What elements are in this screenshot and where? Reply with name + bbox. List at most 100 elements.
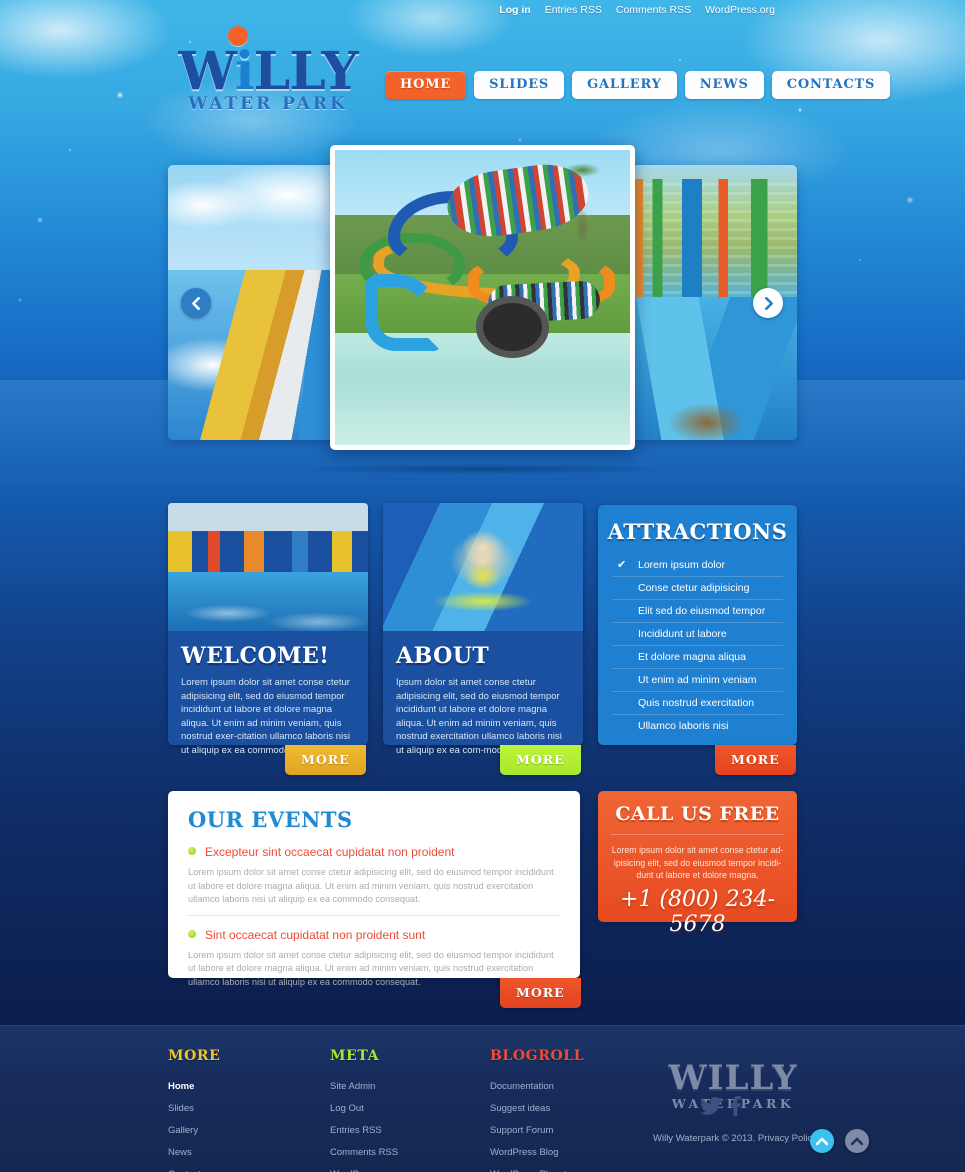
event-heading: Sint occaecat cupidatat non proident sun… — [188, 926, 560, 944]
footer-link-entries-rss[interactable]: Entries RSS — [330, 1125, 382, 1136]
events-more-button[interactable]: MORE — [500, 978, 581, 1008]
footer-link-list: Site Admin Log Out Entries RSS Comments … — [330, 1076, 470, 1172]
footer-link-site-admin[interactable]: Site Admin — [330, 1081, 375, 1092]
carousel-slide-center[interactable] — [330, 145, 635, 450]
attractions-item-1[interactable]: Conse ctetur adipisicing — [612, 576, 783, 599]
topbar-link-comments-rss[interactable]: Comments RSS — [616, 4, 691, 16]
topbar-link-login[interactable]: Log in — [499, 4, 531, 16]
list-item: Comments RSS — [330, 1142, 470, 1160]
footer-link-documentation[interactable]: Documentation — [490, 1081, 554, 1092]
list-item: Suggest ideas — [490, 1098, 640, 1116]
facebook-icon[interactable] — [730, 1096, 741, 1116]
list-item: WordPress.org — [330, 1164, 470, 1172]
nav-item-slides[interactable]: SLIDES — [474, 71, 565, 99]
scroll-up-button[interactable] — [845, 1129, 869, 1153]
footer-link-comments-rss[interactable]: Comments RSS — [330, 1147, 398, 1158]
call-us-text: Lorem ipsum dolor sit amet conse ctetur … — [611, 845, 784, 880]
event-heading: Excepteur sint occaecat cupidatat non pr… — [188, 843, 560, 861]
footer-link-slides[interactable]: Slides — [168, 1103, 194, 1114]
attractions-more-button[interactable]: MORE — [715, 745, 796, 775]
chevron-left-icon — [191, 296, 200, 310]
list-item: News — [168, 1142, 308, 1160]
list-item: Documentation — [490, 1076, 640, 1094]
carousel-prev-button[interactable] — [181, 288, 211, 318]
attractions-item-label: Quis nostrud exercitation — [638, 697, 755, 709]
nav-item-news[interactable]: NEWS — [684, 71, 764, 99]
attractions-item-2[interactable]: Elit sed do eiusmod tempor — [612, 599, 783, 622]
main-navigation: HOME SLIDES GALLERY NEWS CONTACTS — [385, 71, 891, 99]
chevron-up-icon — [816, 1137, 828, 1145]
attractions-item-6[interactable]: Quis nostrud exercitation — [612, 691, 783, 714]
slide-palm-tree — [559, 155, 607, 274]
nav-item-home[interactable]: HOME — [385, 71, 467, 99]
event-item: Excepteur sint occaecat cupidatat non pr… — [188, 843, 560, 915]
list-item: Support Forum — [490, 1120, 640, 1138]
carousel-shadow — [210, 462, 755, 476]
list-item: Entries RSS — [330, 1120, 470, 1138]
nav-item-gallery[interactable]: GALLERY — [572, 71, 677, 99]
footer-link-list: Home Slides Gallery News Contacts — [168, 1076, 308, 1172]
welcome-title: WELCOME! — [181, 643, 330, 669]
footer-link-suggest-ideas[interactable]: Suggest ideas — [490, 1103, 550, 1114]
logo-letter-i: i — [234, 41, 255, 102]
list-item: Gallery — [168, 1120, 308, 1138]
footer-logo-wordmark: WILLY — [668, 1058, 798, 1098]
logo-letter-w: W — [178, 41, 235, 102]
footer-copyright: Willy Waterpark © 2013. Privacy Policy — [653, 1133, 817, 1144]
about-image — [383, 503, 583, 631]
attractions-item-3[interactable]: Incididunt ut labore — [612, 622, 783, 645]
welcome-card: WELCOME! Lorem ipsum dolor sit amet cons… — [168, 503, 368, 756]
about-card: ABOUT Ipsum dolor sit amet conse ctetur … — [383, 503, 583, 756]
footer-link-support-forum[interactable]: Support Forum — [490, 1125, 553, 1136]
social-links — [700, 1096, 741, 1116]
attractions-item-label: Ut enim ad minim veniam — [638, 674, 757, 686]
list-item: Log Out — [330, 1098, 470, 1116]
nav-item-contacts[interactable]: CONTACTS — [771, 71, 891, 99]
list-item: WordPress Planet — [490, 1164, 640, 1172]
bullet-icon — [188, 847, 196, 855]
attractions-item-5[interactable]: Ut enim ad minim veniam — [612, 668, 783, 691]
girl-slide-photo — [383, 503, 583, 631]
attractions-item-label: Ullamco laboris nisi — [638, 720, 729, 732]
hero-carousel — [0, 140, 965, 476]
topbar-link-wordpress[interactable]: WordPress.org — [705, 4, 775, 16]
attractions-item-7[interactable]: Ullamco laboris nisi — [612, 714, 783, 737]
call-us-phone[interactable]: +1 (800) 234-5678 — [611, 887, 784, 937]
footer-link-log-out[interactable]: Log Out — [330, 1103, 364, 1114]
attractions-item-0[interactable]: ✔ Lorem ipsum dolor — [612, 554, 783, 576]
scroll-to-top-button[interactable] — [810, 1129, 834, 1153]
castle-photo — [168, 503, 368, 631]
logo-letters-ll: LL — [253, 41, 323, 102]
privacy-policy-link[interactable]: Privacy Policy — [758, 1133, 817, 1144]
list-item: WordPress Blog — [490, 1142, 640, 1160]
list-item: Home — [168, 1076, 308, 1094]
welcome-more-button[interactable]: MORE — [285, 745, 366, 775]
event-title-link[interactable]: Excepteur sint occaecat cupidatat non pr… — [205, 845, 455, 859]
events-title: OUR EVENTS — [188, 807, 353, 832]
event-title-link[interactable]: Sint occaecat cupidatat non proident sun… — [205, 928, 425, 942]
topbar-link-entries-rss[interactable]: Entries RSS — [545, 4, 602, 16]
footer-link-list: Documentation Suggest ideas Support Foru… — [490, 1076, 640, 1172]
footer-column-title: MORE — [168, 1048, 221, 1064]
footer-link-home[interactable]: Home — [168, 1081, 194, 1092]
logo-letter-y: Y — [321, 41, 358, 102]
twitter-icon[interactable] — [700, 1097, 722, 1115]
footer-link-news[interactable]: News — [168, 1147, 192, 1158]
call-us-title: CALL US FREE — [611, 803, 784, 835]
list-item: Site Admin — [330, 1076, 470, 1094]
footer-link-gallery[interactable]: Gallery — [168, 1125, 198, 1136]
attractions-item-label: Conse ctetur adipisicing — [638, 582, 750, 594]
attractions-card: ATTRACTIONS ✔ Lorem ipsum dolor Conse ct… — [598, 505, 797, 745]
about-title: ABOUT — [396, 643, 490, 669]
slide-image-slides — [335, 150, 630, 445]
attractions-item-4[interactable]: Et dolore magna aliqua — [612, 645, 783, 668]
event-description: Lorem ipsum dolor sit amet conse ctetur … — [188, 867, 554, 904]
carousel-next-button[interactable] — [753, 288, 783, 318]
welcome-image — [168, 503, 368, 631]
slide-tube-exit — [482, 303, 542, 351]
about-more-button[interactable]: MORE — [500, 745, 581, 775]
site-logo[interactable]: WiLLY WATER PARK — [168, 26, 368, 114]
footer-link-wordpress-blog[interactable]: WordPress Blog — [490, 1147, 558, 1158]
copyright-text: Willy Waterpark © 2013. — [653, 1133, 756, 1144]
topbar: Log in Entries RSS Comments RSS WordPres… — [0, 0, 965, 20]
